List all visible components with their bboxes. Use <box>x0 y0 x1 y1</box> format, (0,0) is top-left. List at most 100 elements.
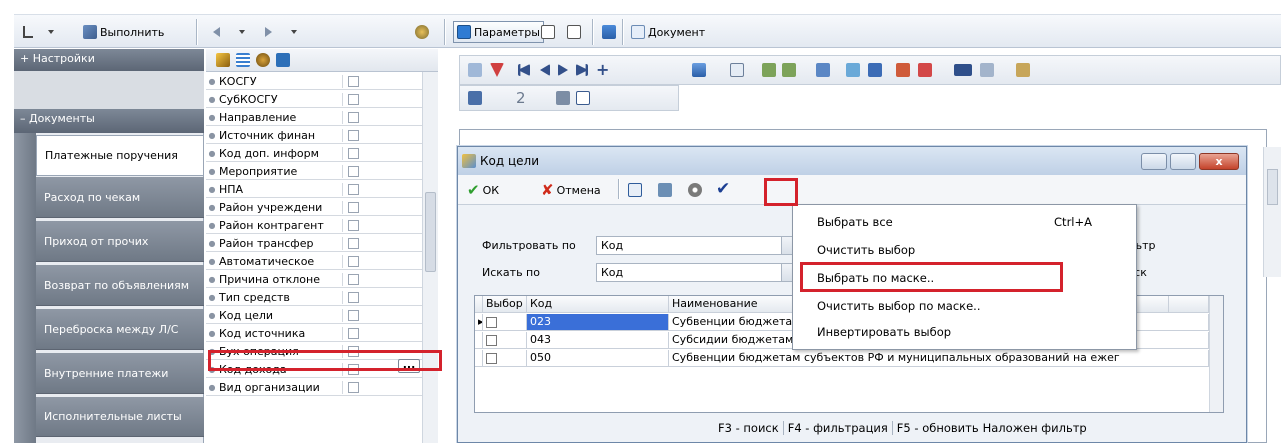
nav-item-internal-payments[interactable]: Внутренние платежи <box>36 353 204 394</box>
next-record-icon[interactable] <box>558 64 568 76</box>
menu-item-clear-selection[interactable]: Очистить выбор <box>817 243 915 257</box>
chart-icon[interactable] <box>1016 63 1030 77</box>
field-row[interactable]: ● Тип средств <box>206 289 422 306</box>
last-record-icon[interactable] <box>576 64 588 76</box>
table-cell-code[interactable]: 023 <box>527 314 669 331</box>
main-scrollbar[interactable] <box>1263 147 1281 277</box>
nav-item-transfer[interactable]: Переброска между Л/С <box>36 309 204 350</box>
nav-item-refund[interactable]: Возврат по объявлениям <box>36 265 204 306</box>
field-row[interactable]: ● Район трансфер <box>206 235 422 252</box>
table-row-select-cell[interactable] <box>483 350 527 367</box>
menu-item-invert-selection[interactable]: Инвертировать выбор <box>817 325 951 339</box>
table-row-select-cell[interactable] <box>483 332 527 349</box>
field-checkbox[interactable] <box>348 327 359 339</box>
table-cell-name[interactable]: Субвенции бюджетам субъектов РФ и муници… <box>669 350 1209 367</box>
field-row[interactable]: ● Район контрагент <box>206 217 422 234</box>
field-checkbox[interactable] <box>348 363 359 375</box>
ks-icon[interactable] <box>954 64 972 76</box>
nav-item-other-income[interactable]: Приход от прочих <box>36 221 204 262</box>
field-row[interactable]: ● Район учреждени <box>206 199 422 216</box>
save-grid-icon[interactable] <box>692 63 706 77</box>
paste-icon[interactable] <box>782 63 796 77</box>
field-row[interactable]: ● Код цели <box>206 307 422 324</box>
field-checkbox[interactable] <box>348 345 359 357</box>
gear-icon[interactable] <box>688 183 702 197</box>
settings-section-header[interactable]: + Настройки <box>14 49 204 71</box>
select-menu-icon[interactable]: ✔ <box>716 179 730 199</box>
edit-settings-button[interactable] <box>538 21 558 43</box>
field-row[interactable]: ● НПА <box>206 181 422 198</box>
export-button[interactable] <box>599 21 619 43</box>
table-cell-code[interactable]: 043 <box>527 332 669 349</box>
field-row[interactable]: ● Бух операция <box>206 343 422 360</box>
menu-item-clear-by-mask[interactable]: Очистить выбор по маске.. <box>817 299 980 313</box>
field-checkbox[interactable] <box>348 183 359 195</box>
add-record-icon[interactable]: + <box>596 60 609 79</box>
field-row[interactable]: ● КОСГУ <box>206 73 422 90</box>
maximize-button[interactable] <box>1170 153 1196 170</box>
palette-icon[interactable] <box>256 53 270 67</box>
field-row[interactable]: ● Код доп. информ <box>206 145 422 162</box>
report-icon[interactable] <box>896 63 910 77</box>
save-icon[interactable] <box>276 53 290 67</box>
grid-icon[interactable] <box>468 63 482 77</box>
field-checkbox[interactable] <box>348 219 359 231</box>
documents-section-header[interactable]: – Документы <box>14 109 204 133</box>
export-dialog-icon[interactable] <box>658 183 672 197</box>
scrollbar-thumb[interactable] <box>425 192 436 272</box>
row-checkbox[interactable] <box>486 317 497 328</box>
field-checkbox[interactable] <box>348 291 359 303</box>
field-row[interactable]: ● Направление <box>206 109 422 126</box>
col-scroll-buttons[interactable] <box>1169 296 1209 313</box>
field-row[interactable]: ● Код дохода <box>206 361 422 378</box>
field-row[interactable]: ● Код источника <box>206 325 422 342</box>
col-header-select[interactable]: Выбор <box>483 296 527 313</box>
field-checkbox[interactable] <box>348 255 359 267</box>
field-checkbox[interactable] <box>348 111 359 123</box>
align-icon[interactable] <box>556 91 570 105</box>
tools-icon[interactable] <box>816 63 830 77</box>
back-button[interactable] <box>210 21 248 43</box>
check-button[interactable] <box>564 21 584 43</box>
field-checkbox[interactable] <box>348 147 359 159</box>
field-checkbox[interactable] <box>348 201 359 213</box>
document-button[interactable]: Документ <box>628 21 708 43</box>
field-row[interactable]: ● Мероприятие <box>206 163 422 180</box>
params-button[interactable]: Параметры <box>453 21 544 43</box>
refresh-button[interactable] <box>412 21 432 43</box>
field-checkbox[interactable] <box>348 273 359 285</box>
nav-item-receipt-expense[interactable]: Расход по чекам <box>36 177 204 218</box>
table-cell-code[interactable]: 050 <box>527 350 669 367</box>
duplicate-icon[interactable] <box>868 63 882 77</box>
search-doc-icon[interactable] <box>628 183 642 197</box>
column-icon[interactable] <box>980 63 994 77</box>
field-checkbox[interactable] <box>348 75 359 87</box>
filter-by-select[interactable]: Код <box>596 236 796 255</box>
field-checkbox[interactable] <box>348 93 359 105</box>
row-checkbox[interactable] <box>486 335 497 346</box>
report-export-icon[interactable] <box>918 63 932 77</box>
col-header-code[interactable]: Код <box>527 296 669 313</box>
table-scrollbar[interactable] <box>1209 296 1223 412</box>
filter-icon[interactable] <box>490 63 504 77</box>
field-checkbox[interactable] <box>348 309 359 321</box>
field-checkbox[interactable] <box>348 381 359 393</box>
search-by-select[interactable]: Код <box>596 263 796 282</box>
field-row[interactable]: ● Вид организации <box>206 379 422 396</box>
link-icon[interactable] <box>576 91 590 105</box>
field-checkbox[interactable] <box>348 129 359 141</box>
menu-item-select-by-mask[interactable]: Выбрать по маске.. <box>817 271 934 285</box>
cancel-button[interactable]: ✘ Отмена <box>538 179 604 201</box>
field-row[interactable]: ● Источник финан <box>206 127 422 144</box>
list-icon[interactable] <box>236 53 250 67</box>
close-button[interactable]: x <box>1199 153 1239 170</box>
field-list-scrollbar[interactable] <box>422 72 438 443</box>
ok-button[interactable]: ✔ ОК <box>464 179 502 201</box>
field-row[interactable]: ● СубКОСГУ <box>206 91 422 108</box>
field-row[interactable]: ● Причина отклоне <box>206 271 422 288</box>
ellipsis-button[interactable]: ... <box>398 359 420 373</box>
nav-item-payment-orders[interactable]: Платежные поручения <box>36 135 204 176</box>
execute-button[interactable]: Выполнить <box>80 21 167 43</box>
nav-item-writs[interactable]: Исполнительные листы <box>36 397 204 437</box>
first-record-icon[interactable] <box>518 64 530 76</box>
